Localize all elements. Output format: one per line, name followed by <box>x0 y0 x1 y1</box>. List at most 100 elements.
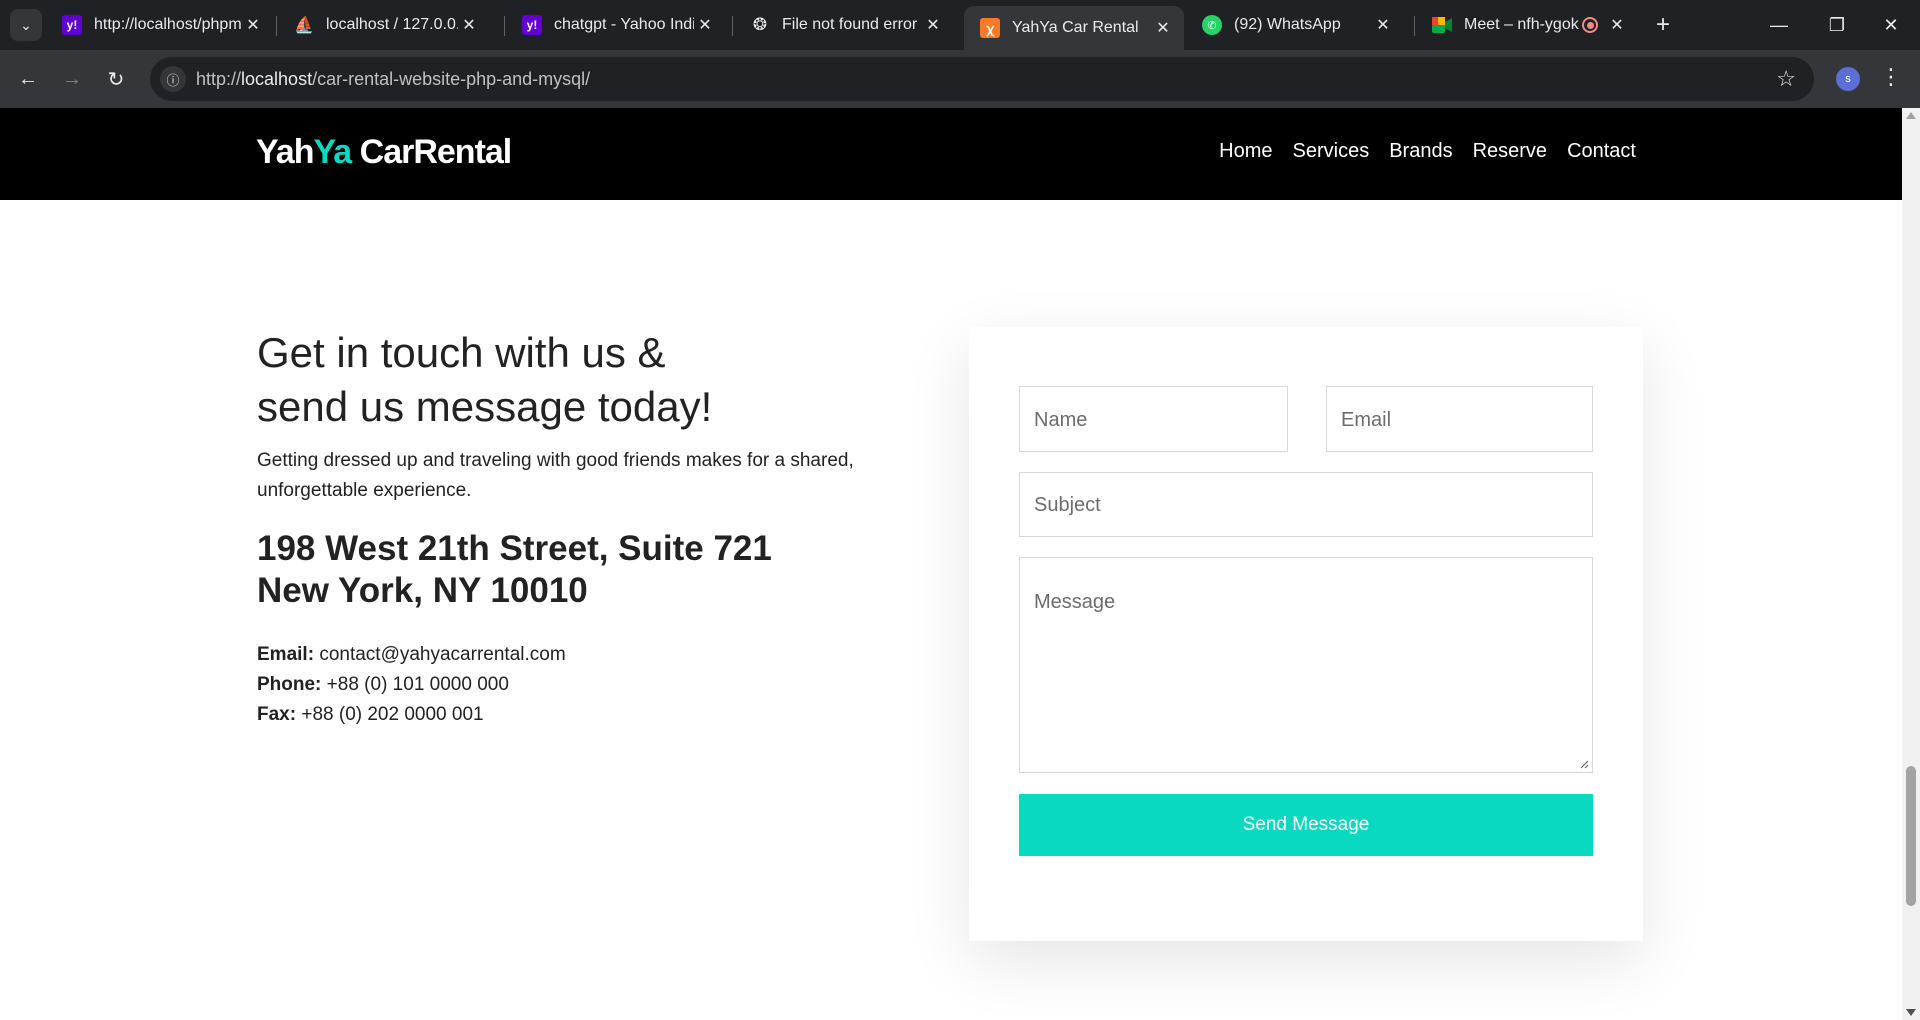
email-value: contact@yahyacarrental.com <box>319 644 566 665</box>
heading-line: send us message today! <box>257 383 713 430</box>
email-placeholder: Email <box>1341 409 1392 431</box>
nav-link-contact[interactable]: Contact <box>1567 140 1636 163</box>
message-placeholder: Message <box>1034 591 1116 613</box>
close-icon[interactable]: ✕ <box>458 14 480 36</box>
bookmark-star-icon[interactable]: ☆ <box>1776 66 1796 92</box>
close-icon[interactable]: ✕ <box>694 14 716 36</box>
url-text[interactable]: http://localhost/car-rental-website-php-… <box>196 69 590 90</box>
tab-chatgpt-yahoo[interactable]: y! chatgpt - Yahoo India ✕ <box>506 6 726 44</box>
name-placeholder: Name <box>1034 409 1088 431</box>
new-tab-button[interactable]: + <box>1648 10 1678 40</box>
nav-link-home[interactable]: Home <box>1219 140 1272 163</box>
yahoo-icon: y! <box>62 15 82 35</box>
restore-button[interactable]: ❐ <box>1808 0 1866 50</box>
email-input[interactable]: Email <box>1326 386 1593 452</box>
heading-line: Get in touch with us & <box>257 329 666 376</box>
arrow-left-icon: ← <box>18 67 38 90</box>
fax-value: +88 (0) 202 0000 001 <box>301 704 484 725</box>
phpmyadmin-icon: ⛵ <box>294 17 314 34</box>
whatsapp-icon: ✆ <box>1202 15 1222 35</box>
chevron-down-icon: ⌄ <box>20 16 32 33</box>
minimize-icon: — <box>1770 14 1788 35</box>
tab-label: chatgpt - Yahoo India <box>554 16 694 33</box>
nav-link-services[interactable]: Services <box>1293 140 1370 163</box>
url-host: localhost <box>241 69 313 89</box>
close-icon[interactable]: ✕ <box>922 14 944 36</box>
tab-label: (92) WhatsApp <box>1234 16 1341 33</box>
contact-info: Get in touch with us & send us message t… <box>257 326 917 730</box>
logo-text: CarRental <box>351 133 513 171</box>
close-icon[interactable]: ✕ <box>242 14 264 36</box>
send-message-button[interactable]: Send Message <box>1019 794 1593 856</box>
close-icon[interactable]: ✕ <box>1606 14 1628 36</box>
address-bar[interactable]: ⓘ http://localhost/car-rental-website-ph… <box>150 57 1814 101</box>
site-logo[interactable]: YahYa CarRental <box>256 133 513 172</box>
tab-label: File not found error <box>782 16 918 33</box>
tab-yahya-car-rental[interactable]: ꭓ YahYa Car Rental ✕ <box>964 6 1184 50</box>
forward-button[interactable]: → <box>56 63 88 95</box>
profile-initial: s <box>1845 73 1851 85</box>
close-icon[interactable]: ✕ <box>1152 17 1174 39</box>
tab-file-not-found[interactable]: ❂ File not found error ✕ <box>734 6 954 44</box>
close-icon: ✕ <box>1883 14 1899 35</box>
arrow-right-icon: → <box>62 67 82 90</box>
logo-accent-text: Ya <box>313 133 352 171</box>
xampp-icon: ꭓ <box>980 18 1000 38</box>
page-viewport: YahYa CarRental Home Services Brands Res… <box>0 108 1902 1020</box>
yahoo-icon: y! <box>522 15 542 35</box>
back-button[interactable]: ← <box>12 63 44 95</box>
fax-label: Fax: <box>257 704 297 725</box>
tab-localhost[interactable]: ⛵ localhost / 127.0.0.1 / ✕ <box>278 6 490 44</box>
address-line: New York, NY 10010 <box>257 571 588 610</box>
recording-icon <box>1582 17 1598 33</box>
site-navbar: YahYa CarRental Home Services Brands Res… <box>0 108 1902 200</box>
openai-icon: ❂ <box>752 15 768 34</box>
nav-link-reserve[interactable]: Reserve <box>1473 140 1547 163</box>
email-label: Email: <box>257 644 315 665</box>
resize-handle-icon[interactable] <box>1579 759 1589 769</box>
reload-button[interactable]: ↻ <box>100 63 132 95</box>
profile-avatar[interactable]: s <box>1836 67 1860 91</box>
tab-label: Meet – nfh-ygok <box>1464 16 1579 33</box>
browser-toolbar: ← → ↻ ⓘ http://localhost/car-rental-webs… <box>0 50 1920 108</box>
logo-text: Yah <box>256 133 314 171</box>
contact-heading: Get in touch with us & send us message t… <box>257 326 917 434</box>
url-path: /car-rental-website-php-and-mysql/ <box>312 69 591 89</box>
scroll-up-icon[interactable] <box>1906 112 1916 119</box>
nav-link-brands[interactable]: Brands <box>1389 140 1452 163</box>
phone-row: Phone: +88 (0) 101 0000 000 <box>257 670 917 700</box>
window-close-button[interactable]: ✕ <box>1862 0 1920 50</box>
address-line: 198 West 21th Street, Suite 721 <box>257 529 772 568</box>
browser-tab-strip: ⌄ y! http://localhost/phpmyadmin ✕ ⛵ loc… <box>0 0 1920 50</box>
tab-label: http://localhost/phpmyadmin <box>94 16 242 33</box>
name-input[interactable]: Name <box>1019 386 1288 452</box>
close-icon[interactable]: ✕ <box>1372 14 1394 36</box>
site-info-icon[interactable]: ⓘ <box>160 66 186 92</box>
plus-icon: + <box>1655 11 1670 38</box>
contact-intro: Getting dressed up and traveling with go… <box>257 450 854 501</box>
meet-icon <box>1432 15 1452 35</box>
phone-value: +88 (0) 101 0000 000 <box>326 674 509 695</box>
restore-icon: ❐ <box>1828 14 1846 35</box>
minimize-button[interactable]: — <box>1750 0 1808 50</box>
page-scrollbar[interactable] <box>1902 108 1920 1020</box>
contact-address: 198 West 21th Street, Suite 721 New York… <box>257 528 917 612</box>
tab-whatsapp[interactable]: ✆ (92) WhatsApp ✕ <box>1186 6 1404 44</box>
phone-label: Phone: <box>257 674 322 695</box>
subject-input[interactable]: Subject <box>1019 472 1593 537</box>
contact-details: Email: contact@yahyacarrental.com Phone:… <box>257 640 917 730</box>
scroll-down-icon[interactable] <box>1906 1009 1916 1016</box>
tab-phpmyadmin-yahoo[interactable]: y! http://localhost/phpmyadmin ✕ <box>46 6 274 44</box>
tab-google-meet[interactable]: Meet – nfh-ygok ✕ <box>1416 6 1638 44</box>
message-textarea[interactable]: Message <box>1019 557 1593 773</box>
tab-label: YahYa Car Rental <box>1012 19 1139 36</box>
main-menu: Home Services Brands Reserve Contact <box>1219 140 1636 163</box>
reload-icon: ↻ <box>107 68 125 91</box>
scrollbar-thumb[interactable] <box>1906 766 1916 906</box>
tab-label: localhost / 127.0.0.1 / <box>326 16 458 33</box>
tab-search-button[interactable]: ⌄ <box>10 9 42 41</box>
subject-placeholder: Subject <box>1034 494 1101 516</box>
email-row: Email: contact@yahyacarrental.com <box>257 640 917 670</box>
fax-row: Fax: +88 (0) 202 0000 001 <box>257 700 917 730</box>
more-menu-icon[interactable]: ⋮ <box>1880 64 1902 90</box>
